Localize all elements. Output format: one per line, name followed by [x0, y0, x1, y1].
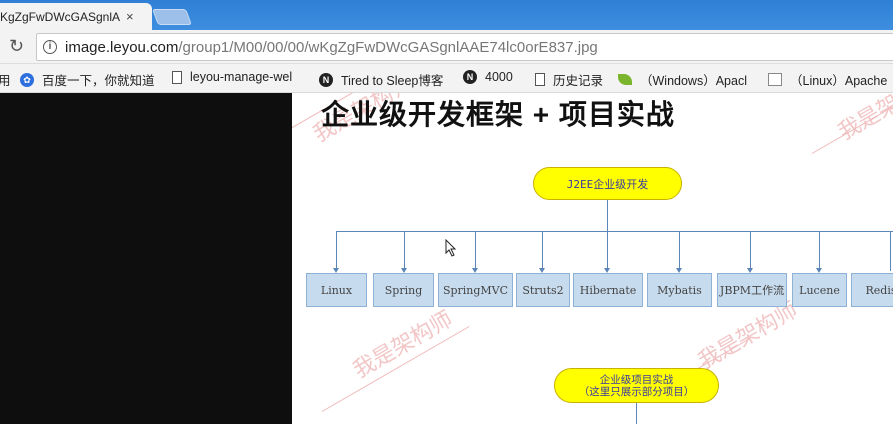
- info-icon[interactable]: i: [43, 40, 57, 54]
- url-host: image.leyou.com: [65, 38, 179, 56]
- watermark-text: 我是架构师: [833, 93, 893, 145]
- connector-line: [336, 231, 337, 271]
- connector-line: [750, 231, 751, 271]
- framework-node: Hibernate: [573, 273, 643, 307]
- project-node-line2: （这里只展示部分项目）: [578, 385, 695, 398]
- url-input[interactable]: i image.leyou.com/group1/M00/00/00/wKgZg…: [36, 33, 893, 61]
- bookmark-tired-to-sleep[interactable]: N Tired to Sleep博客: [319, 70, 443, 89]
- close-icon[interactable]: ×: [126, 9, 134, 24]
- displayed-image[interactable]: 我是架构师 我是架构师 我是架构师 我是架构师 企业级开发框架 + 项目实战 J…: [292, 93, 893, 424]
- browser-titlebar: KgZgFwDWcGASgnlA ×: [0, 0, 893, 30]
- project-node: 企业级项目实战 （这里只展示部分项目）: [554, 368, 719, 403]
- page-icon: [172, 70, 182, 84]
- n-logo-icon: N: [319, 72, 333, 87]
- framework-node: Lucene: [792, 273, 847, 307]
- bookmark-label: 百度一下，你就知道: [42, 74, 155, 88]
- reload-icon[interactable]: ↻: [9, 36, 24, 57]
- tab-title: KgZgFwDWcGASgnlA: [0, 9, 120, 24]
- bookmark-baidu[interactable]: ✿ 百度一下，你就知道: [20, 70, 155, 89]
- framework-node: Redis: [851, 273, 893, 307]
- connector-line: [890, 231, 891, 271]
- leaf-icon: [618, 74, 632, 85]
- image-icon: [768, 73, 782, 86]
- bookmark-label: （Windows）Apacl: [640, 74, 747, 88]
- image-heading: 企业级开发框架 + 项目实战: [321, 99, 675, 130]
- bookmark-windows-apache[interactable]: （Windows）Apacl: [618, 70, 747, 89]
- bookmarks-bar: 用 ✿ 百度一下，你就知道 leyou-manage-wel N Tired t…: [0, 64, 893, 93]
- mouse-cursor-icon: [445, 239, 457, 257]
- connector-line: [607, 231, 608, 271]
- baidu-paw-icon: ✿: [20, 72, 34, 87]
- root-node: J2EE企业级开发: [533, 167, 682, 200]
- bookmark-label: （Linux）Apache: [790, 74, 888, 88]
- connector-line: [542, 231, 543, 271]
- n-logo-icon: N: [463, 70, 477, 84]
- connector-line: [819, 231, 820, 271]
- connector-line: [475, 231, 476, 271]
- address-bar: ↻ i image.leyou.com/group1/M00/00/00/wKg…: [0, 30, 893, 64]
- bookmark-history[interactable]: 历史记录: [535, 70, 603, 89]
- framework-node: SpringMVC: [438, 273, 513, 307]
- page-icon: [535, 73, 545, 86]
- new-tab-button[interactable]: [152, 9, 192, 25]
- bookmark-4000[interactable]: N 4000: [463, 70, 513, 84]
- bookmark-label: 4000: [485, 70, 513, 84]
- url-path: /group1/M00/00/00/wKgZgFwDWcGASgnlAAE74l…: [178, 38, 598, 56]
- browser-tab[interactable]: KgZgFwDWcGASgnlA ×: [0, 3, 152, 30]
- connector-line: [607, 200, 608, 231]
- bookmark-label: 历史记录: [553, 74, 604, 88]
- framework-node: Mybatis: [647, 273, 712, 307]
- page-content: 我是架构师 我是架构师 我是架构师 我是架构师 企业级开发框架 + 项目实战 J…: [0, 93, 893, 424]
- framework-node: Struts2: [516, 273, 570, 307]
- framework-node: Linux: [306, 273, 367, 307]
- bookmark-linux-apache[interactable]: （Linux）Apache: [768, 70, 887, 89]
- bookmark-label: Tired to Sleep博客: [341, 74, 444, 88]
- connector-line: [679, 231, 680, 271]
- bookmark-leyou-manage[interactable]: leyou-manage-wel: [172, 70, 292, 84]
- framework-node: JBPM工作流: [717, 273, 787, 307]
- connector-line: [636, 403, 637, 424]
- framework-node: Spring: [373, 273, 434, 307]
- bookmark-apps[interactable]: 用: [0, 70, 11, 89]
- bookmark-label: leyou-manage-wel: [190, 70, 293, 84]
- connector-line: [404, 231, 405, 271]
- bookmark-label: 用: [0, 70, 11, 89]
- url-text: image.leyou.com/group1/M00/00/00/wKgZgFw…: [65, 39, 598, 56]
- project-node-line1: 企业级项目实战: [599, 373, 674, 386]
- connector-line: [336, 231, 893, 232]
